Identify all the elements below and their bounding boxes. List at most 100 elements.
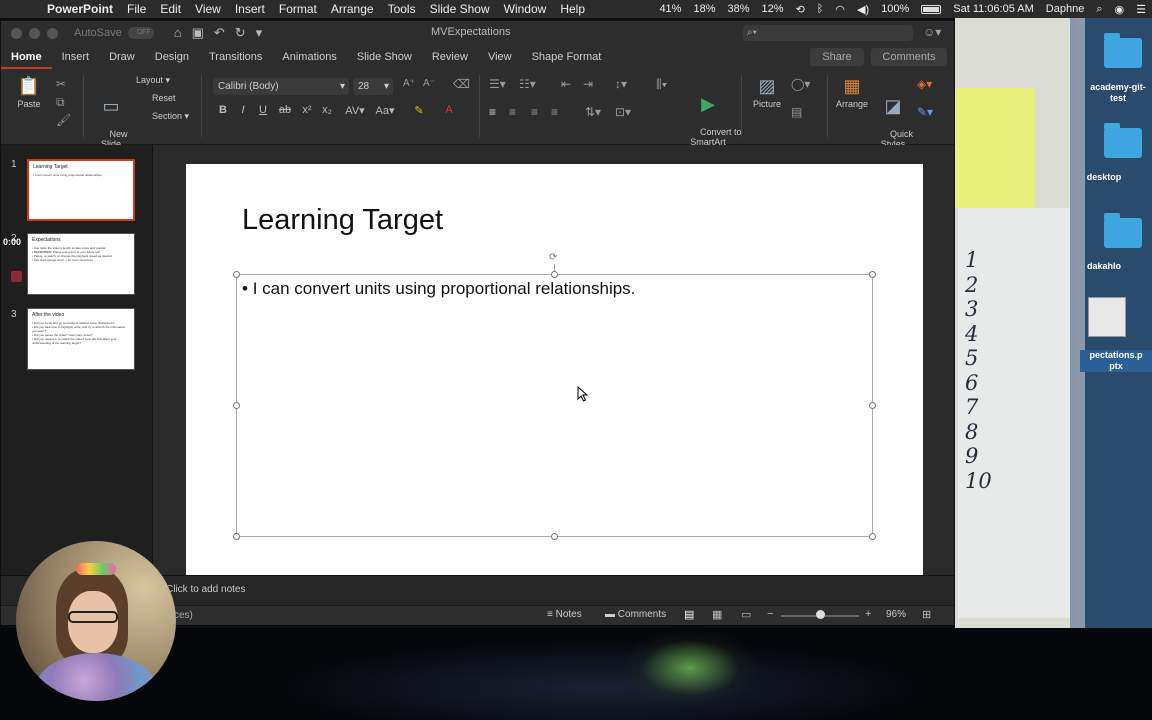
folder-label-desktop[interactable]: desktop: [1080, 172, 1128, 183]
save-icon[interactable]: ▣: [192, 25, 204, 41]
undo-icon[interactable]: ↶: [214, 25, 225, 41]
shape-outline-icon[interactable]: ✎▾: [917, 105, 933, 119]
control-center-icon[interactable]: ☰: [1130, 3, 1152, 16]
battery-percent[interactable]: 100%: [875, 3, 915, 15]
menu-file[interactable]: File: [120, 2, 153, 16]
slide-sorter-icon[interactable]: ▦: [712, 608, 722, 621]
bullets-icon[interactable]: ☰▾: [489, 77, 506, 91]
copy-icon[interactable]: ⧉: [56, 95, 65, 110]
folder-label-academy-git-test[interactable]: academy-git- test: [1084, 82, 1152, 104]
layout-button[interactable]: Layout ▾: [136, 75, 170, 86]
resize-handle[interactable]: [551, 533, 558, 540]
resize-handle[interactable]: [869, 533, 876, 540]
shapes-icon[interactable]: ◯▾: [791, 77, 810, 91]
rotate-handle-icon[interactable]: ⟳: [549, 252, 557, 263]
underline-button[interactable]: U: [255, 104, 271, 116]
zoom-slider-knob[interactable]: [815, 610, 825, 619]
status-cpu-3[interactable]: 38%: [722, 3, 756, 15]
menu-tools[interactable]: Tools: [381, 2, 423, 16]
resize-handle[interactable]: [869, 271, 876, 278]
fit-to-window-icon[interactable]: ⊞: [922, 608, 931, 621]
subscript-button[interactable]: x₂: [319, 104, 335, 116]
zoom-level[interactable]: 96%: [886, 609, 906, 620]
user-name[interactable]: Daphne: [1040, 3, 1091, 15]
font-size-select[interactable]: 28 ▾: [353, 78, 393, 95]
zoom-out-icon[interactable]: −: [767, 608, 773, 620]
wifi-icon[interactable]: ◠: [829, 3, 851, 16]
zoom-window-button[interactable]: [47, 27, 58, 39]
reading-view-icon[interactable]: ▭: [741, 608, 751, 621]
tab-review[interactable]: Review: [422, 45, 478, 69]
tab-transitions[interactable]: Transitions: [199, 45, 272, 69]
paste-button[interactable]: 📋 Paste: [11, 75, 47, 109]
text-direction-icon[interactable]: ⇅▾: [585, 105, 601, 119]
status-cpu-2[interactable]: 18%: [687, 3, 721, 15]
share-button[interactable]: Share: [810, 48, 864, 66]
redo-icon[interactable]: ↻: [235, 25, 246, 41]
bluetooth-icon[interactable]: ᛒ: [811, 3, 830, 15]
font-color-icon[interactable]: A: [441, 104, 457, 116]
notes-toggle-button[interactable]: ≡ Notes: [547, 609, 582, 620]
slide-thumbnail-1[interactable]: Learning Target • I can convert units us…: [27, 159, 135, 221]
italic-button[interactable]: I: [235, 104, 251, 116]
battery-icon[interactable]: [915, 3, 947, 15]
menu-arrange[interactable]: Arrange: [324, 2, 381, 16]
comments-button[interactable]: Comments: [871, 48, 947, 66]
feedback-smiley-icon[interactable]: ☺▾: [923, 25, 941, 39]
align-center-icon[interactable]: ≡: [509, 105, 516, 119]
siri-icon[interactable]: ◉: [1109, 3, 1131, 16]
superscript-button[interactable]: x²: [299, 104, 315, 116]
close-window-button[interactable]: [11, 27, 22, 39]
strikethrough-button[interactable]: ab: [277, 104, 293, 116]
customize-toolbar-icon[interactable]: ▾: [256, 25, 263, 41]
font-name-select[interactable]: Calibri (Body) ▾: [213, 78, 349, 95]
cut-icon[interactable]: ✂: [56, 77, 66, 91]
volume-icon[interactable]: ◀): [851, 3, 875, 16]
notes-placeholder[interactable]: Click to add notes: [166, 584, 246, 595]
bullet-item[interactable]: • I can convert units using proportional…: [242, 279, 635, 299]
minimize-window-button[interactable]: [29, 27, 40, 39]
format-painter-icon[interactable]: 🖌: [56, 113, 71, 127]
tab-draw[interactable]: Draw: [99, 45, 145, 69]
increase-indent-icon[interactable]: ⇥: [583, 77, 593, 91]
folder-icon[interactable]: [1104, 213, 1142, 248]
resize-handle[interactable]: [233, 533, 240, 540]
slide-title[interactable]: Learning Target: [242, 204, 443, 237]
content-placeholder[interactable]: • I can convert units using proportional…: [233, 271, 876, 540]
tab-shape-format[interactable]: Shape Format: [522, 45, 612, 69]
menu-app-name[interactable]: PowerPoint: [40, 2, 120, 16]
resize-handle[interactable]: [551, 271, 558, 278]
line-spacing-icon[interactable]: ↕▾: [615, 77, 627, 91]
spotlight-icon[interactable]: ⌕: [1090, 3, 1108, 16]
slide-thumbnail-2[interactable]: Expectations • Use twice the video's len…: [27, 233, 135, 295]
align-text-icon[interactable]: ⊡▾: [615, 105, 631, 119]
tab-slide-show[interactable]: Slide Show: [347, 45, 422, 69]
justify-icon[interactable]: ≡: [551, 105, 558, 119]
align-left-icon[interactable]: ≡: [489, 105, 496, 119]
columns-icon[interactable]: ⫼▾: [656, 77, 667, 92]
resize-handle[interactable]: [869, 402, 876, 409]
tab-view[interactable]: View: [478, 45, 522, 69]
clock[interactable]: Sat 11:06:05 AM: [947, 3, 1040, 15]
section-button[interactable]: Section ▾: [152, 111, 189, 122]
slide[interactable]: Learning Target ⟳ • I can convert units …: [186, 164, 923, 579]
align-right-icon[interactable]: ≡: [531, 105, 538, 119]
increase-font-icon[interactable]: A⁺: [403, 78, 415, 89]
shape-fill-icon[interactable]: ◈▾: [917, 77, 932, 91]
status-cpu-4[interactable]: 12%: [756, 3, 790, 15]
tab-animations[interactable]: Animations: [272, 45, 346, 69]
change-case-button[interactable]: Aa▾: [371, 104, 399, 117]
slide-editing-canvas[interactable]: Learning Target ⟳ • I can convert units …: [153, 145, 954, 579]
tab-home[interactable]: Home: [1, 45, 52, 69]
text-box-icon[interactable]: ▤: [791, 105, 802, 119]
pptx-file-icon[interactable]: [1088, 297, 1126, 337]
folder-icon[interactable]: [1104, 123, 1142, 158]
highlight-color-icon[interactable]: ✎: [411, 104, 427, 117]
zoom-in-icon[interactable]: +: [865, 608, 871, 620]
menu-edit[interactable]: Edit: [153, 2, 188, 16]
comments-toggle-button[interactable]: ▬ Comments: [605, 609, 666, 620]
numbering-icon[interactable]: ☷▾: [519, 77, 536, 91]
home-icon[interactable]: ⌂: [174, 25, 182, 41]
file-label-pptx[interactable]: pectations.p ptx: [1080, 350, 1152, 372]
menu-window[interactable]: Window: [497, 2, 554, 16]
